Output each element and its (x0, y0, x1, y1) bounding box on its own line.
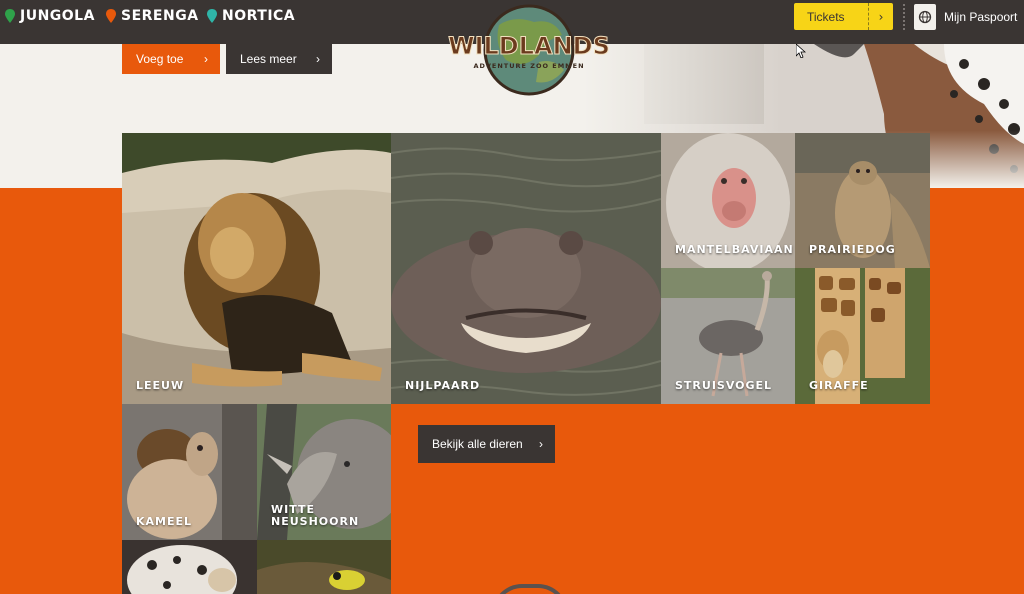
region-link-jungola[interactable]: JUNGOLA (5, 8, 95, 24)
chevron-right-icon: › (539, 437, 543, 451)
region-link-serenga[interactable]: SERENGA (106, 8, 199, 24)
read-more-label: Lees meer (240, 52, 297, 66)
animal-tile-nijlpaard[interactable]: NIJLPAARD (391, 133, 661, 404)
chevron-right-icon: › (316, 52, 320, 66)
animal-label: STRUISVOGEL (675, 379, 773, 392)
add-button[interactable]: Voeg toe › (122, 44, 220, 74)
map-pin-icon (106, 9, 116, 23)
view-all-label: Bekijk alle dieren (432, 437, 523, 451)
wildlands-logo[interactable]: WILDLANDS ADVENTURE ZOO EMMEN (444, 0, 614, 98)
region-label-nortica: NORTICA (222, 8, 296, 24)
animal-label: KAMEEL (136, 515, 193, 528)
animal-tile-leeuw[interactable]: LEEUW (122, 133, 391, 404)
animal-tile-kameel[interactable]: KAMEEL (122, 404, 257, 540)
svg-text:ADVENTURE ZOO EMMEN: ADVENTURE ZOO EMMEN (473, 62, 584, 70)
tickets-label: Tickets (807, 9, 845, 24)
animal-tile[interactable] (257, 540, 391, 594)
map-pin-icon (207, 9, 217, 23)
mouse-cursor-icon (796, 44, 806, 58)
svg-text:WILDLANDS: WILDLANDS (448, 32, 610, 60)
animal-label: NIJLPAARD (405, 379, 481, 392)
lion-image (122, 133, 391, 404)
view-all-animals-button[interactable]: Bekijk alle dieren › (418, 425, 555, 463)
passport-label: Mijn Paspoort (944, 10, 1018, 24)
tickets-button[interactable]: Tickets › (794, 3, 893, 30)
animal-tile-mantelbaviaan[interactable]: MANTELBAVIAAN (661, 133, 795, 268)
passport-icon (914, 4, 936, 30)
animal-tile[interactable] (122, 540, 257, 594)
hippo-image (391, 133, 661, 404)
animal-tile-giraffe[interactable]: GIRAFFE (795, 268, 930, 404)
animal-label: MANTELBAVIAAN (675, 243, 794, 256)
divider (903, 4, 905, 30)
region-link-nortica[interactable]: NORTICA (207, 8, 295, 24)
add-button-label: Voeg toe (136, 52, 184, 66)
region-label-serenga: SERENGA (121, 8, 199, 24)
animal-image (257, 540, 391, 594)
animal-tile-struisvogel[interactable]: STRUISVOGEL (661, 268, 795, 404)
animal-tile-prairiedog[interactable]: PRAIRIEDOG (795, 133, 930, 268)
chevron-right-icon: › (204, 52, 208, 66)
animal-label: WITTE NEUSHOORN (271, 503, 360, 528)
animal-label: LEEUW (136, 379, 185, 392)
passport-button[interactable]: Mijn Paspoort (914, 4, 1017, 30)
read-more-button[interactable]: Lees meer › (226, 44, 332, 74)
animal-tile-witte-neushoorn[interactable]: WITTE NEUSHOORN (257, 404, 391, 540)
map-pin-icon (5, 9, 15, 23)
region-label-jungola: JUNGOLA (20, 8, 95, 24)
animal-label: GIRAFFE (809, 379, 869, 392)
animal-image (122, 540, 257, 594)
animal-label: PRAIRIEDOG (809, 243, 896, 256)
chevron-right-icon: › (878, 9, 884, 24)
